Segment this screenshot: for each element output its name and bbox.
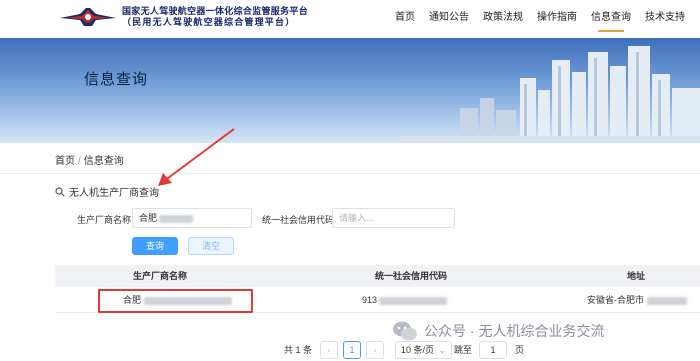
credit-code-label: 统一社会信用代码 xyxy=(262,215,335,225)
clear-button[interactable]: 清空 xyxy=(188,237,234,255)
cell-address: 安徽省-合肥市 xyxy=(587,287,687,313)
pagination-total: 共 1 条 xyxy=(284,345,313,355)
cell-credit-code: 913 xyxy=(362,287,448,313)
nav-item-info-query[interactable]: 信息查询 xyxy=(584,0,638,38)
breadcrumb: 首页 / 信息查询 xyxy=(55,152,124,167)
logo-icon[interactable] xyxy=(58,6,118,30)
page-size-value: 10 条/页 xyxy=(401,345,435,355)
pagination-page-unit: 页 xyxy=(515,345,525,355)
site-title[interactable]: 国家无人驾驶航空器一体化综合监管服务平台 （民用无人驾驶航空器综合管理平台） xyxy=(122,6,308,28)
manufacturer-label: 生产厂商名称 xyxy=(77,215,132,225)
watermark: 公众号 · 无人机综合业务交流 xyxy=(392,320,604,342)
redacted-text xyxy=(159,214,194,223)
cell-credit-code-text: 913 xyxy=(362,295,378,305)
column-header-address: 地址 xyxy=(627,271,646,281)
pagination-prev-button[interactable]: ‹ xyxy=(320,341,338,359)
watermark-text: 公众号 · 无人机综合业务交流 xyxy=(424,323,605,339)
pagination-jump-label: 跳至 xyxy=(454,345,473,355)
pagination-jump-input[interactable]: 1 xyxy=(479,341,507,359)
breadcrumb-current: 信息查询 xyxy=(83,156,124,167)
nav-item-notices[interactable]: 通知公告 xyxy=(422,0,476,38)
site-title-line1: 国家无人驾驶航空器一体化综合监管服务平台 xyxy=(122,6,309,16)
page-banner: 信息查询 xyxy=(0,38,700,143)
chevron-down-icon: ⌄ xyxy=(438,345,447,355)
site-title-line2: （民用无人驾驶航空器综合管理平台） xyxy=(122,17,296,27)
column-header-manufacturer: 生产厂商名称 xyxy=(133,271,188,281)
wechat-icon xyxy=(393,321,417,341)
search-icon xyxy=(55,186,65,197)
manufacturer-input-value: 合肥 xyxy=(139,213,158,223)
cell-address-text: 安徽省-合肥市 xyxy=(587,295,644,305)
nav-item-home[interactable]: 首页 xyxy=(388,0,422,38)
manufacturer-input[interactable]: 合肥 xyxy=(132,208,252,228)
pagination-current-page[interactable]: 1 xyxy=(343,341,361,359)
annotation-highlight-box xyxy=(98,289,253,313)
breadcrumb-separator: / xyxy=(78,156,81,167)
breadcrumb-home[interactable]: 首页 xyxy=(55,156,75,167)
site-header: 国家无人驾驶航空器一体化综合监管服务平台 （民用无人驾驶航空器综合管理平台） 首… xyxy=(0,0,700,38)
main-nav: 首页 通知公告 政策法规 操作指南 信息查询 技术支持 xyxy=(388,0,692,38)
redacted-text xyxy=(647,296,687,305)
section-title: 无人机生产厂商查询 xyxy=(55,184,159,199)
search-button[interactable]: 查询 xyxy=(132,237,178,255)
nav-item-tech-support[interactable]: 技术支持 xyxy=(638,0,692,38)
column-header-credit-code: 统一社会信用代码 xyxy=(375,271,448,281)
nav-item-policies[interactable]: 政策法规 xyxy=(476,0,530,38)
divider xyxy=(0,173,700,174)
page-size-select[interactable]: 10 条/页 ⌄ xyxy=(395,341,453,359)
banner-title: 信息查询 xyxy=(84,71,149,88)
redacted-text xyxy=(379,296,448,305)
nav-item-guide[interactable]: 操作指南 xyxy=(530,0,584,38)
table-header: 生产厂商名称 统一社会信用代码 地址 xyxy=(55,265,700,287)
credit-code-placeholder: 请输入... xyxy=(339,213,374,223)
section-title-text: 无人机生产厂商查询 xyxy=(69,188,159,199)
credit-code-input[interactable]: 请输入... xyxy=(332,208,455,228)
city-skyline-illustration xyxy=(400,46,700,143)
pagination-next-button[interactable]: › xyxy=(366,341,384,359)
